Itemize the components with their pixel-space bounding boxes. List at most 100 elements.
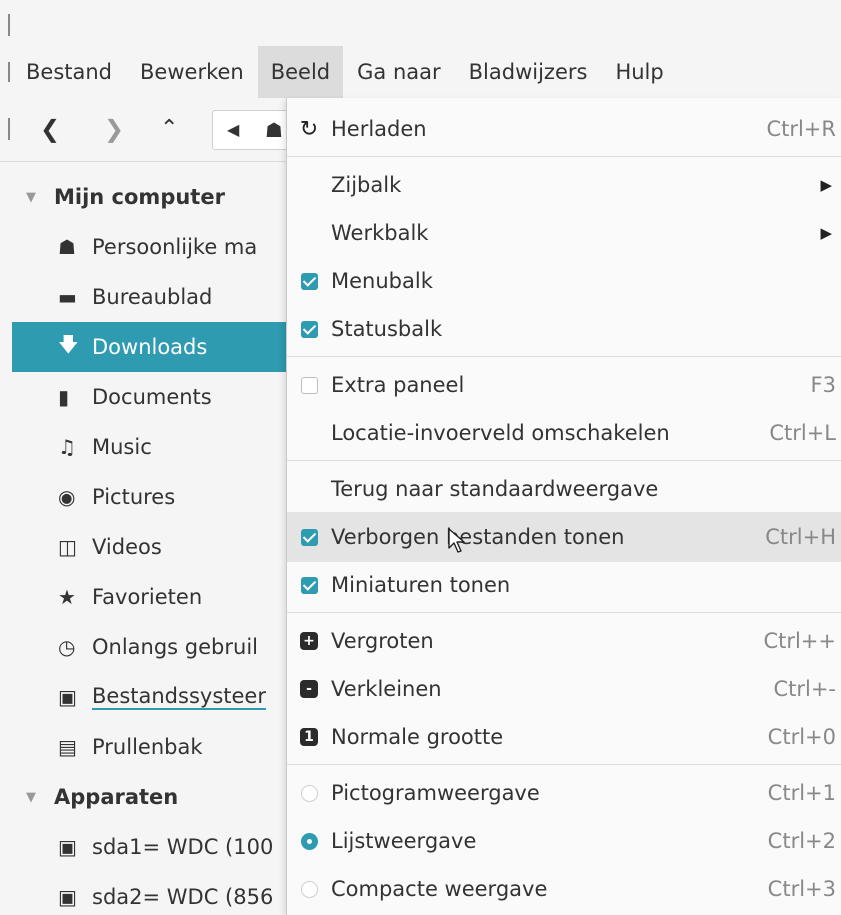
zoom-reset-icon: 1 (300, 728, 318, 746)
menu-item-menubalk[interactable]: Menubalk (287, 256, 841, 306)
sidebar-item-label: Prullenbak (92, 735, 203, 759)
window-edge (8, 62, 10, 82)
sidebar-item-documents[interactable]: ▮ Documents (0, 372, 290, 422)
menu-item-label: Zijbalk (331, 173, 402, 197)
window-edge (8, 118, 10, 140)
reload-icon: ↻ (299, 116, 319, 142)
sidebar-item-label: Videos (92, 535, 162, 559)
menu-item-werkbalk[interactable]: Werkbalk ▶ (287, 208, 841, 258)
menu-item-label: Terug naar standaardweergave (331, 477, 659, 501)
menu-item-label: Normale grootte (331, 725, 504, 749)
music-icon: ♫ (58, 435, 76, 459)
sidebar-item-music[interactable]: ♫ Music (0, 422, 290, 472)
menu-item-normale-grootte[interactable]: 1 Normale grootte Ctrl+0 (287, 712, 841, 762)
menu-beeld[interactable]: Beeld (257, 46, 344, 98)
triangle-down-icon[interactable]: ▼ (26, 790, 54, 805)
sidebar-item-downloads[interactable]: 🡇 Downloads (12, 322, 290, 372)
sidebar-item-label: sda1= WDC (100 (92, 835, 274, 859)
menu-item-verkleinen[interactable]: - Verkleinen Ctrl+- (287, 664, 841, 714)
radio-unselected-icon[interactable] (300, 784, 318, 802)
trash-icon: ▤ (58, 735, 77, 759)
menu-item-label: Verkleinen (331, 677, 442, 701)
menu-item-pictogramweergave[interactable]: Pictogramweergave Ctrl+1 (287, 768, 841, 818)
checkbox-checked-icon[interactable] (300, 320, 318, 338)
menu-item-label: Verborgen bestanden tonen (331, 525, 625, 549)
chevron-right-icon[interactable]: ❯ (104, 112, 124, 146)
menu-item-shortcut: Ctrl+R (766, 117, 836, 141)
sidebar-item-pictures[interactable]: ◉ Pictures (0, 472, 290, 522)
menu-item-zijbalk[interactable]: Zijbalk ▶ (287, 160, 841, 210)
menu-ga-naar[interactable]: Ga naar (343, 46, 455, 98)
sidebar-item-bureaublad[interactable]: ▬ Bureaublad (0, 272, 290, 322)
sidebar-item-label: sda2= WDC (856 (92, 885, 274, 909)
sidebar-item-label: Onlangs gebruil (92, 635, 258, 659)
sidebar-item-persoonlijke-map[interactable]: ☗ Persoonlijke ma (0, 222, 290, 272)
zoom-out-icon: - (300, 680, 318, 698)
sidebar-item-label: Bureaublad (92, 285, 213, 309)
sidebar-item-sda2[interactable]: ▣ sda2= WDC (856 (0, 872, 290, 915)
menu-item-label: Pictogramweergave (331, 781, 540, 805)
menu-item-shortcut: F3 (810, 373, 836, 397)
menu-item-locatie-invoerveld[interactable]: Locatie-invoerveld omschakelen Ctrl+L (287, 408, 841, 458)
sidebar: ▼ Mijn computer ☗ Persoonlijke ma ▬ Bure… (0, 162, 290, 915)
menu-item-verborgen-bestanden[interactable]: Verborgen bestanden tonen Ctrl+H (287, 512, 841, 562)
sidebar-item-videos[interactable]: ◫ Videos (0, 522, 290, 572)
menu-hulp[interactable]: Hulp (601, 46, 677, 98)
menu-item-lijstweergave[interactable]: Lijstweergave Ctrl+2 (287, 816, 841, 866)
sidebar-item-bestandssysteem[interactable]: ▣ Bestandssysteer (0, 672, 290, 722)
sidebar-header-apparaten[interactable]: ▼ Apparaten (0, 772, 290, 822)
drive-icon: ▣ (58, 835, 77, 859)
menu-item-compacte-weergave[interactable]: Compacte weergave Ctrl+3 (287, 864, 841, 914)
submenu-arrow-icon: ▶ (820, 176, 832, 194)
view-menu-dropdown: ↻ Herladen Ctrl+R Zijbalk ▶ Werkbalk ▶ M… (286, 98, 841, 915)
menu-item-label: Miniaturen tonen (331, 573, 511, 597)
menu-item-shortcut: Ctrl+H (765, 525, 836, 549)
checkbox-checked-icon[interactable] (300, 272, 318, 290)
menu-item-label: Menubalk (331, 269, 433, 293)
sidebar-item-onlangs-gebruikt[interactable]: ◷ Onlangs gebruil (0, 622, 290, 672)
sidebar-header-label: Apparaten (54, 785, 179, 809)
menu-bewerken[interactable]: Bewerken (126, 46, 258, 98)
chevron-up-icon[interactable]: ⌃ (160, 112, 178, 146)
menu-separator (287, 764, 841, 765)
menu-item-statusbalk[interactable]: Statusbalk (287, 304, 841, 354)
menu-item-label: Herladen (331, 117, 427, 141)
triangle-down-icon[interactable]: ▼ (26, 190, 54, 205)
menu-item-label: Statusbalk (331, 317, 443, 341)
home-icon[interactable]: ☗ (265, 118, 283, 142)
download-icon: 🡇 (58, 332, 79, 356)
menubar: Bestand Bewerken Beeld Ga naar Bladwijze… (0, 46, 841, 98)
checkbox-checked-icon[interactable] (300, 528, 318, 546)
menu-item-shortcut: Ctrl+2 (767, 829, 836, 853)
checkbox-checked-icon[interactable] (300, 576, 318, 594)
menu-item-vergroten[interactable]: + Vergroten Ctrl++ (287, 616, 841, 666)
title-bar (0, 0, 841, 46)
menu-item-label: Locatie-invoerveld omschakelen (331, 421, 670, 445)
sidebar-item-prullenbak[interactable]: ▤ Prullenbak (0, 722, 290, 772)
menu-item-label: Compacte weergave (331, 877, 548, 901)
menu-item-label: Extra paneel (331, 373, 465, 397)
menu-item-shortcut: Ctrl+3 (767, 877, 836, 901)
sidebar-item-label: Pictures (92, 485, 176, 509)
sidebar-item-label: Bestandssysteer (92, 684, 266, 710)
menu-item-standaardweergave[interactable]: Terug naar standaardweergave (287, 464, 841, 514)
sidebar-item-favorieten[interactable]: ★ Favorieten (0, 572, 290, 622)
submenu-arrow-icon: ▶ (820, 224, 832, 242)
checkbox-unchecked-icon[interactable] (300, 376, 318, 394)
sidebar-header-mijn-computer[interactable]: ▼ Mijn computer (0, 172, 290, 222)
sidebar-item-label: Favorieten (92, 585, 203, 609)
menu-item-extra-paneel[interactable]: Extra paneel F3 (287, 360, 841, 410)
menu-bestand[interactable]: Bestand (0, 46, 126, 98)
menu-item-herladen[interactable]: ↻ Herladen Ctrl+R (287, 104, 841, 154)
menu-separator (287, 156, 841, 157)
menu-bladwijzers[interactable]: Bladwijzers (455, 46, 602, 98)
menu-item-miniaturen[interactable]: Miniaturen tonen (287, 560, 841, 610)
menu-item-label: Werkbalk (331, 221, 429, 245)
home-icon: ☗ (58, 235, 76, 259)
chevron-left-icon[interactable]: ❮ (40, 112, 60, 146)
sidebar-item-sda1[interactable]: ▣ sda1= WDC (100 (0, 822, 290, 872)
path-back-icon[interactable]: ◀ (227, 120, 239, 139)
radio-unselected-icon[interactable] (300, 880, 318, 898)
radio-selected-icon[interactable] (300, 832, 318, 850)
drive-icon: ▣ (58, 685, 77, 709)
